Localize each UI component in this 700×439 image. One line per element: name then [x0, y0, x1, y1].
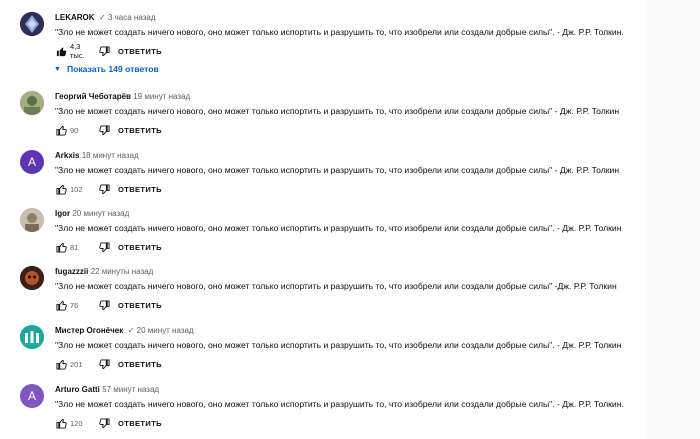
like-count: 90 — [70, 125, 79, 135]
check-icon: ✓ — [96, 13, 106, 22]
comment-text: "Зло не может создать ничего нового, оно… — [55, 223, 622, 233]
comment-actions: 81 ОТВЕТИТЬ — [55, 240, 645, 254]
thumb-down-icon — [98, 124, 110, 135]
thumb-up-icon — [55, 242, 67, 253]
reply-button[interactable]: ОТВЕТИТЬ — [118, 47, 162, 56]
dislike-button[interactable] — [98, 299, 110, 311]
thumb-down-icon — [98, 241, 110, 252]
comment-header: Igor 20 минут назад — [55, 208, 645, 219]
author-name[interactable]: Мистер Огонёчек — [55, 326, 123, 335]
comment-header: fugazzzii 22 минуты назад — [55, 266, 645, 277]
author-name[interactable]: Arturo Gatti — [55, 385, 100, 394]
thumb-up-icon — [55, 184, 67, 195]
like-button[interactable] — [55, 183, 67, 195]
reply-button[interactable]: ОТВЕТИТЬ — [118, 360, 162, 369]
author-name[interactable]: Arkxis — [55, 151, 79, 160]
comment-header: Arturo Gatti 57 минут назад — [55, 384, 645, 395]
comments-page: LEKAROK ✓ 3 часа назад "Зло не может соз… — [0, 0, 700, 439]
dislike-button[interactable] — [98, 183, 110, 195]
thumb-up-icon — [56, 46, 66, 56]
author-name[interactable]: fugazzzii — [55, 267, 88, 276]
dislike-button[interactable] — [98, 417, 110, 429]
like-count: 81 — [70, 242, 79, 252]
comment-time[interactable]: 20 минут назад — [137, 326, 194, 335]
comment-time[interactable]: 22 минуты назад — [91, 267, 154, 276]
comment-actions: 201 ОТВЕТИТЬ — [55, 357, 645, 371]
comment-actions: 90 ОТВЕТИТЬ — [55, 123, 645, 137]
comment-header: Arkxis 18 минут назад — [55, 150, 645, 161]
dislike-button[interactable] — [98, 358, 110, 370]
like-button[interactable] — [55, 45, 67, 57]
like-button[interactable] — [55, 417, 67, 429]
thumb-down-icon — [98, 299, 110, 310]
comment-time[interactable]: 3 часа назад — [108, 13, 156, 22]
avatar-image — [20, 266, 44, 290]
thumb-down-icon — [98, 358, 110, 369]
comment-actions: 120 ОТВЕТИТЬ — [55, 416, 645, 430]
thumb-down-icon — [98, 417, 110, 428]
avatar-image — [20, 325, 44, 349]
avatar-image — [20, 208, 44, 232]
comment-text: "Зло не может создать ничего нового, оно… — [55, 399, 624, 409]
author-name[interactable]: Igor — [55, 209, 70, 218]
like-count: 4,3 тыс. — [70, 42, 85, 60]
comment-header: LEKAROK ✓ 3 часа назад — [55, 12, 645, 23]
thumb-down-icon — [98, 183, 110, 194]
avatar[interactable] — [20, 91, 44, 115]
show-replies-button[interactable]: ▼ Показать 149 ответов — [54, 64, 159, 74]
comment-actions: 4,3 тыс. ОТВЕТИТЬ — [55, 42, 645, 60]
avatar-letter: A — [27, 389, 36, 403]
avatar[interactable]: A — [20, 150, 44, 174]
avatar-letter: A — [27, 155, 36, 169]
thumb-down-icon — [98, 45, 110, 56]
check-icon: ✓ — [125, 326, 135, 335]
like-count: 201 — [70, 359, 83, 369]
comment-header: Мистер Огонёчек ✓ 20 минут назад — [55, 325, 645, 336]
avatar[interactable] — [20, 266, 44, 290]
comment-time[interactable]: 57 минут назад — [102, 385, 159, 394]
avatar-image — [20, 91, 44, 115]
like-count: 120 — [70, 418, 83, 428]
author-name[interactable]: Георгий Чеботарёв — [55, 92, 131, 101]
thumb-up-icon — [55, 418, 67, 429]
comment-actions: 76 ОТВЕТИТЬ — [55, 298, 645, 312]
like-button[interactable] — [55, 358, 67, 370]
reply-button[interactable]: ОТВЕТИТЬ — [118, 301, 162, 310]
avatar[interactable] — [20, 325, 44, 349]
comment-header: Георгий Чеботарёв 19 минут назад — [55, 91, 645, 102]
chevron-down-icon: ▼ — [54, 65, 61, 73]
reply-button[interactable]: ОТВЕТИТЬ — [118, 185, 162, 194]
dislike-button[interactable] — [98, 45, 110, 57]
side-panel-edge — [646, 0, 700, 439]
avatar[interactable] — [20, 208, 44, 232]
comment-time[interactable]: 18 минут назад — [82, 151, 139, 160]
avatar-image — [20, 12, 44, 36]
show-replies-label: Показать 149 ответов — [66, 64, 159, 74]
reply-button[interactable]: ОТВЕТИТЬ — [118, 243, 162, 252]
dislike-button[interactable] — [98, 241, 110, 253]
thumb-up-icon — [55, 125, 67, 136]
comment-text: "Зло не может создать ничего нового, оно… — [55, 106, 620, 116]
comment-text: "Зло не может создать ничего нового, оно… — [55, 281, 617, 291]
thumb-up-icon — [55, 359, 67, 370]
like-count: 76 — [70, 300, 79, 310]
comment-time[interactable]: 19 минут назад — [133, 92, 190, 101]
avatar[interactable] — [20, 12, 44, 36]
comment-actions: 102 ОТВЕТИТЬ — [55, 182, 645, 196]
like-button[interactable] — [55, 241, 67, 253]
avatar[interactable]: A — [20, 384, 44, 408]
reply-button[interactable]: ОТВЕТИТЬ — [118, 419, 162, 428]
comment-text: "Зло не может создать ничего нового, оно… — [55, 165, 620, 175]
comment-time[interactable]: 20 минут назад — [72, 209, 129, 218]
thumb-up-icon — [55, 300, 67, 311]
comment-text: "Зло не может создать ничего нового, оно… — [55, 340, 622, 350]
like-button[interactable] — [55, 299, 67, 311]
reply-button[interactable]: ОТВЕТИТЬ — [118, 126, 162, 135]
dislike-button[interactable] — [98, 124, 110, 136]
comment-text: "Зло не может создать ничего нового, оно… — [55, 27, 624, 37]
like-count: 102 — [70, 184, 83, 194]
author-name[interactable]: LEKAROK — [55, 13, 95, 22]
like-button[interactable] — [55, 124, 67, 136]
